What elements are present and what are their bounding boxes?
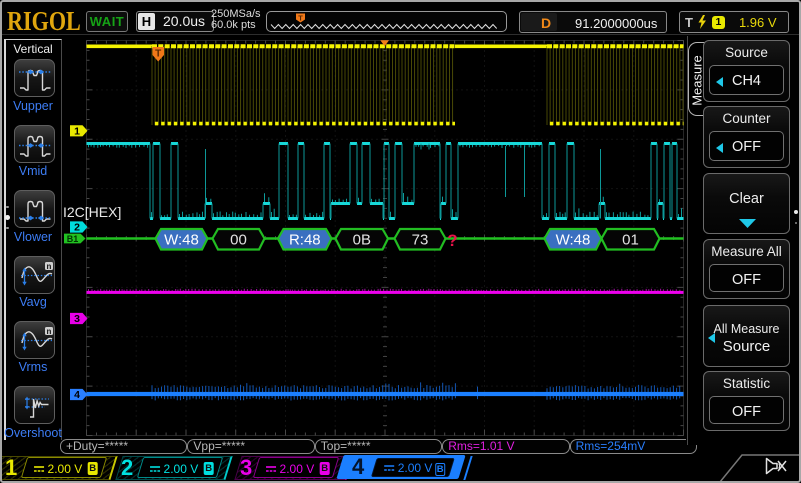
svg-text:73: 73 (412, 231, 429, 248)
svg-text:?: ? (447, 231, 457, 250)
svg-text:2: 2 (74, 222, 80, 234)
svg-text:T: T (298, 14, 303, 23)
svg-text:R:48: R:48 (289, 231, 321, 248)
svg-text:W:48: W:48 (164, 231, 199, 248)
svg-text:T: T (155, 49, 161, 60)
svg-text:3: 3 (74, 313, 80, 325)
svg-text:n: n (47, 327, 52, 336)
svg-text:0B: 0B (353, 231, 371, 248)
svg-text:W:48: W:48 (556, 231, 591, 248)
svg-text:01: 01 (622, 231, 639, 248)
svg-text:00: 00 (230, 231, 247, 248)
svg-text:4: 4 (74, 389, 80, 401)
svg-text:1: 1 (74, 125, 80, 137)
svg-text:I2C[HEX]: I2C[HEX] (63, 204, 121, 220)
svg-text:n: n (47, 262, 52, 271)
svg-text:B1: B1 (67, 234, 79, 244)
